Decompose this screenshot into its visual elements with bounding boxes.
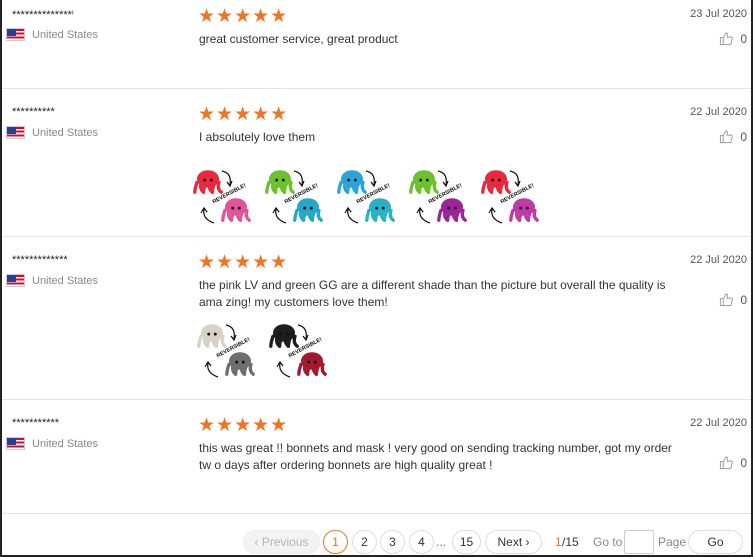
octopus-image: REVERSIBLE! — [337, 170, 395, 224]
helpful-count: 0 — [740, 292, 747, 307]
us-flag-icon — [6, 437, 25, 450]
review-photo[interactable]: REVERSIBLE! — [406, 163, 478, 231]
rating-stars: ★★★★★ — [198, 6, 289, 27]
review-photo[interactable]: REVERSIBLE! — [478, 163, 550, 231]
country-label: United States — [32, 28, 99, 41]
review-text: I absolutely love them — [199, 130, 316, 144]
reviewer-country: United States — [6, 28, 98, 41]
next-page-button[interactable]: Next › — [485, 530, 542, 554]
octopus-image: REVERSIBLE! — [197, 324, 255, 378]
review-date: 22 Jul 2020 — [690, 254, 747, 266]
reviewer-country: United States — [6, 126, 98, 139]
us-flag-icon — [6, 126, 25, 139]
thumbs-up-icon — [720, 32, 734, 46]
helpful-button[interactable]: 0 — [719, 31, 747, 46]
page-label: Page — [658, 535, 687, 549]
previous-page-button[interactable]: ‹ Previous — [243, 530, 320, 554]
rating-stars: ★★★★★ — [198, 415, 289, 436]
review-photo[interactable]: REVERSIBLE! — [334, 163, 406, 231]
review-photo[interactable]: REVERSIBLE! — [190, 163, 262, 231]
review-photos: REVERSIBLE! REVERSIBLE! — [194, 317, 338, 385]
octopus-image: REVERSIBLE! — [409, 170, 467, 224]
review-item: ********** United States ★★★★★ 22 Jul 20… — [2, 89, 751, 237]
rating-stars: ★★★★★ — [198, 104, 289, 125]
page-3-button[interactable]: 3 — [380, 530, 405, 554]
review-text: great customer service, great product — [199, 32, 398, 46]
us-flag-icon — [6, 28, 25, 41]
review-item: **************ⁱ United States ★★★★★ 23 J… — [2, 0, 751, 89]
review-item: *********** United States ★★★★★ 22 Jul 2… — [2, 400, 751, 514]
reviewer-country: United States — [6, 437, 98, 450]
helpful-button[interactable]: 0 — [719, 455, 747, 470]
octopus-image: REVERSIBLE! — [481, 170, 539, 224]
review-date: 22 Jul 2020 — [690, 106, 747, 118]
us-flag-icon — [6, 274, 25, 287]
helpful-button[interactable]: 0 — [719, 292, 747, 307]
helpful-count: 0 — [740, 455, 747, 470]
review-photos: REVERSIBLE! REVERSIBLE! REVERSIBLE! REVE… — [190, 163, 550, 231]
reviewer-name: *********** — [12, 417, 60, 429]
octopus-image: REVERSIBLE! — [193, 170, 251, 224]
review-photo[interactable]: REVERSIBLE! — [262, 163, 334, 231]
pagination: ‹ Previous 1 2 3 4 ... 15 Next › 1 /15 G… — [0, 530, 753, 554]
thumbs-up-icon — [720, 293, 734, 307]
helpful-button[interactable]: 0 — [719, 129, 747, 144]
page-4-button[interactable]: 4 — [409, 530, 434, 554]
country-label: United States — [32, 437, 99, 450]
goto-label: Go to — [593, 535, 623, 549]
octopus-image: REVERSIBLE! — [265, 170, 323, 224]
page-1-button[interactable]: 1 — [323, 530, 348, 554]
total-pages: /15 — [562, 535, 579, 549]
current-page-indicator: 1 — [555, 535, 562, 549]
review-photo[interactable]: REVERSIBLE! — [266, 317, 338, 385]
page-2-button[interactable]: 2 — [352, 530, 377, 554]
page-15-button[interactable]: 15 — [452, 530, 481, 554]
octopus-image: REVERSIBLE! — [269, 324, 327, 378]
reviewer-country: United States — [6, 274, 98, 287]
thumbs-up-icon — [720, 130, 734, 144]
review-item: ************* United States ★★★★★ 22 Jul… — [2, 237, 751, 400]
reviewer-name: **************ⁱ — [12, 9, 74, 21]
helpful-count: 0 — [740, 31, 747, 46]
review-date: 23 Jul 2020 — [690, 8, 747, 20]
country-label: United States — [32, 126, 99, 139]
go-button[interactable]: Go — [688, 530, 743, 554]
thumbs-up-icon — [720, 456, 734, 470]
pagination-ellipsis: ... — [436, 535, 447, 549]
review-date: 22 Jul 2020 — [690, 417, 747, 429]
review-photo[interactable]: REVERSIBLE! — [194, 317, 266, 385]
reviewer-name: ********** — [12, 106, 55, 118]
page-number-input[interactable] — [624, 530, 654, 554]
helpful-count: 0 — [740, 129, 747, 144]
rating-stars: ★★★★★ — [198, 252, 289, 273]
review-text: this was great !! bonnets and mask ! ver… — [199, 441, 672, 472]
reviewer-name: ************* — [12, 254, 68, 266]
review-text: the pink LV and green GG are a different… — [199, 278, 666, 309]
country-label: United States — [32, 274, 99, 287]
